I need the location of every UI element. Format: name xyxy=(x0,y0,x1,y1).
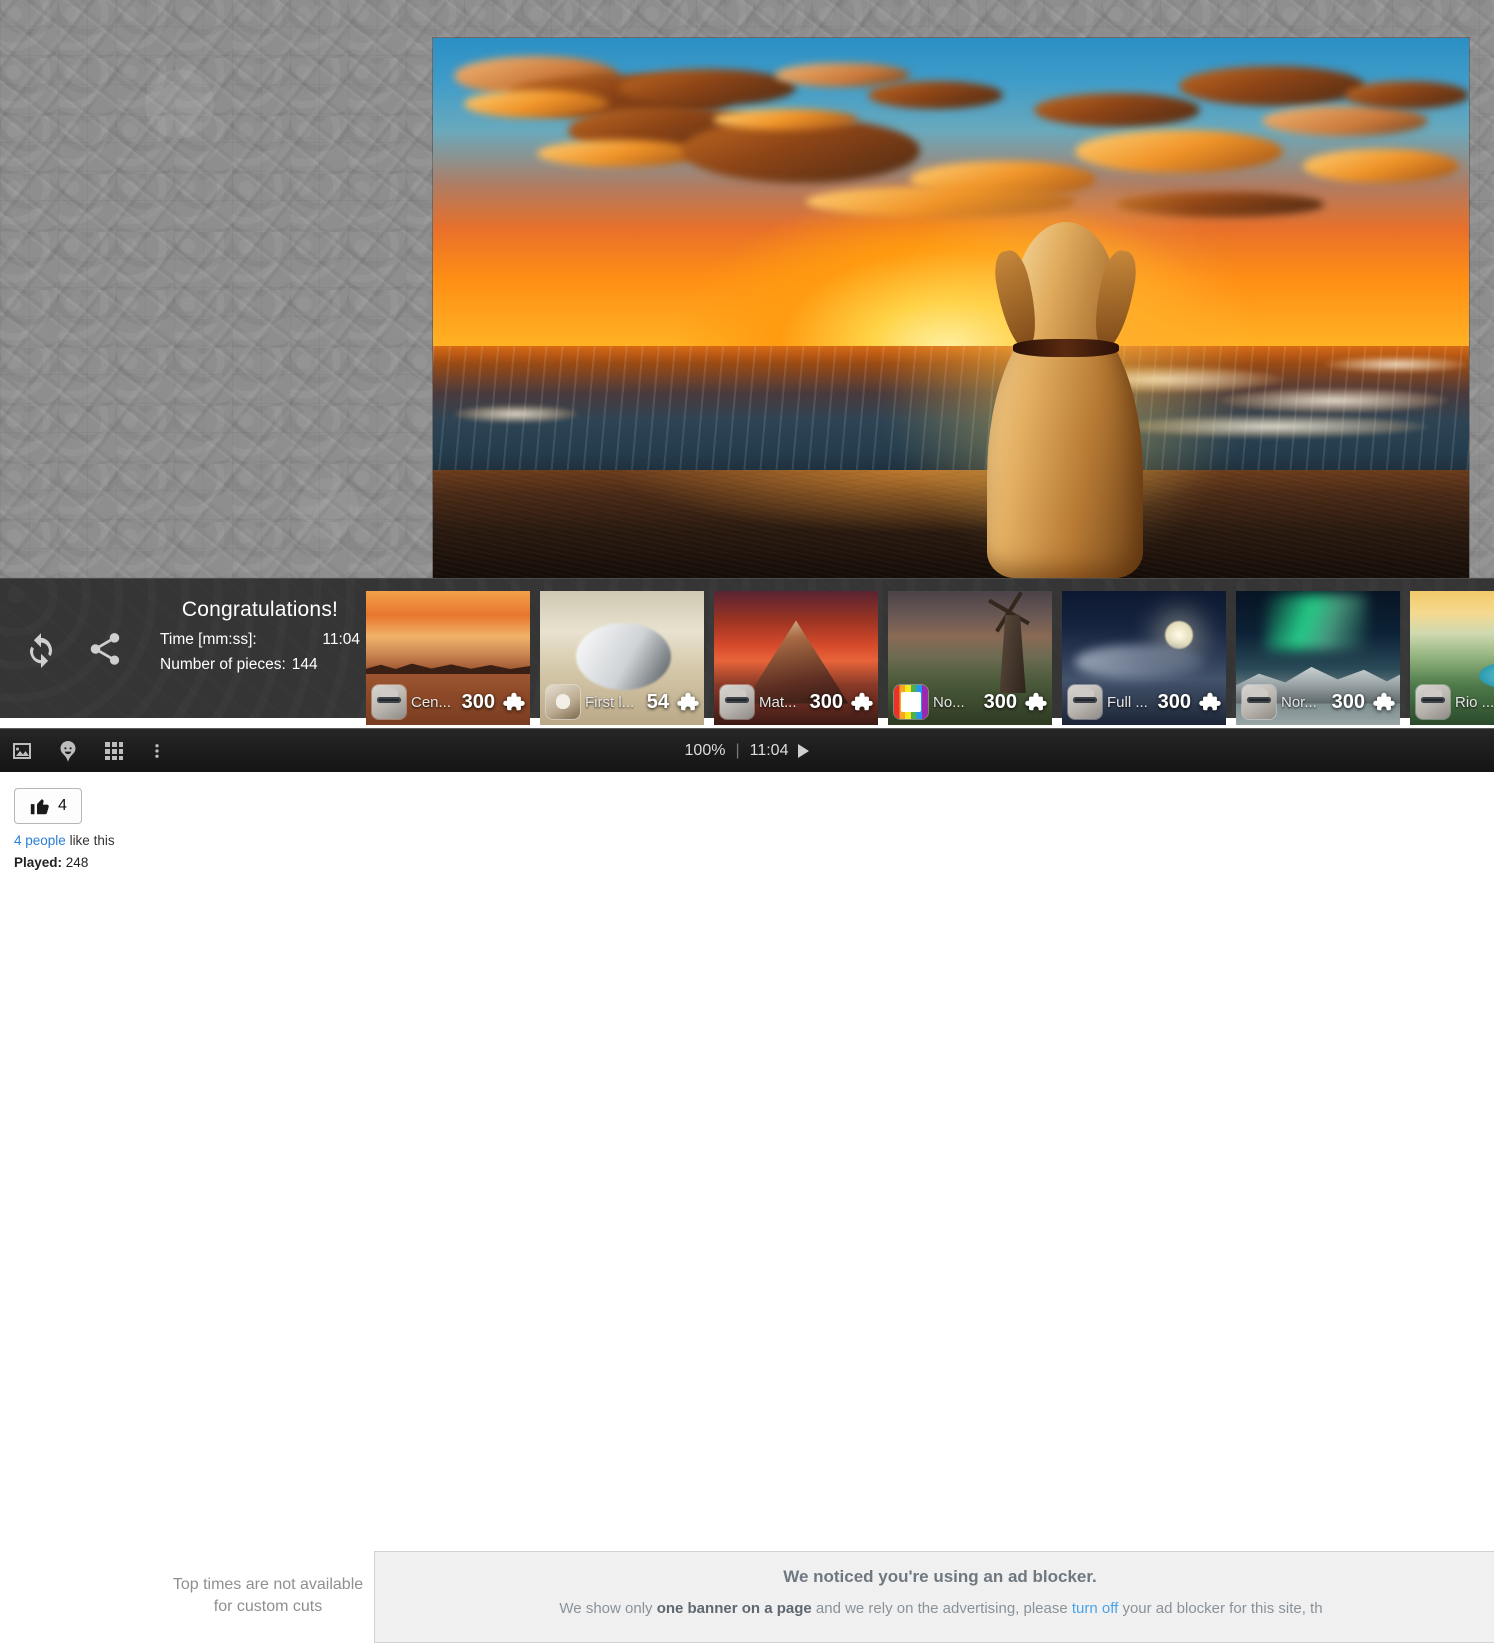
thumbnail-item[interactable]: First l... 54 xyxy=(540,591,704,725)
thumbnail-title: First l... xyxy=(585,693,635,711)
related-puzzles-strip[interactable]: Cen... 300 First l... 54 Mat... 300 No..… xyxy=(366,591,1494,725)
congratulations-text: Congratulations! Time [mm:ss]: 11:04 Num… xyxy=(160,598,360,678)
avatar xyxy=(372,685,406,719)
avatar xyxy=(1242,685,1276,719)
dog-silhouette xyxy=(869,185,1261,578)
piece-count: 300 xyxy=(1331,690,1365,713)
puzzle-piece-icon xyxy=(848,689,874,715)
toolbar-status: 100% | 11:04 xyxy=(0,729,1494,773)
thumbnail-item[interactable]: Mat... 300 xyxy=(714,591,878,725)
pieces-value: 144 xyxy=(291,655,318,673)
adblock-body: We show only one banner on a page and we… xyxy=(375,1600,1494,1617)
like-count: 4 xyxy=(58,797,67,814)
share-icon[interactable] xyxy=(86,630,124,668)
congratulations-title: Congratulations! xyxy=(181,598,339,621)
like-block: 4 4 people like this Played: 248 xyxy=(14,788,174,870)
like-subtext: 4 people like this xyxy=(14,833,174,848)
avatar xyxy=(546,685,580,719)
puzzle-piece-icon xyxy=(500,689,526,715)
thumbnail-item[interactable]: Cen... 300 xyxy=(366,591,530,725)
like-sub-rest: like this xyxy=(65,833,115,848)
avatar xyxy=(720,685,754,719)
thumbnail-item[interactable]: No... 300 xyxy=(888,591,1052,725)
result-actions xyxy=(22,630,124,668)
turn-off-link[interactable]: turn off xyxy=(1072,1600,1118,1617)
avatar xyxy=(1068,685,1102,719)
top-times-line1: Top times are not available xyxy=(172,1576,364,1593)
thumbnail-item[interactable]: Nor... 300 xyxy=(1236,591,1400,725)
piece-count: 54 xyxy=(646,690,669,713)
played-label: Played: xyxy=(14,855,63,870)
toolbar-separator: | xyxy=(735,742,740,759)
puzzle-board[interactable] xyxy=(0,0,1494,578)
adblock-notice: We noticed you're using an ad blocker. W… xyxy=(374,1551,1494,1643)
thumbnail-title: Full ... xyxy=(1107,693,1148,711)
thumbnail-title: Cen... xyxy=(411,693,452,711)
thumbnail-item[interactable]: Full ... 300 xyxy=(1062,591,1226,725)
dog-collar xyxy=(1012,339,1120,357)
refresh-icon[interactable] xyxy=(22,630,60,668)
adblock-body-bold: one banner on a page xyxy=(656,1600,812,1617)
time-value: 11:04 xyxy=(322,631,360,648)
adblock-body-part3: your ad blocker for this site, th xyxy=(1118,1600,1323,1617)
time-row: Time [mm:ss]: 11:04 xyxy=(160,628,360,653)
timer-value: 11:04 xyxy=(749,742,789,759)
people-like-link[interactable]: 4 people xyxy=(14,833,66,848)
piece-count: 300 xyxy=(1157,690,1191,713)
pieces-label: Number of pieces: xyxy=(160,655,286,673)
played-row: Played: 248 xyxy=(14,855,174,870)
footer: 4 4 people like this Played: 248 Top tim… xyxy=(0,772,1494,1643)
zoom-level[interactable]: 100% xyxy=(685,742,726,760)
thumbnail-title: Mat... xyxy=(759,693,797,711)
adblock-body-part1: We show only xyxy=(559,1600,657,1617)
thumbnail-title: No... xyxy=(933,693,965,711)
puzzle-piece-icon xyxy=(1370,689,1396,715)
adblock-title: We noticed you're using an ad blocker. xyxy=(783,1567,1097,1586)
piece-count: 300 xyxy=(983,690,1017,713)
top-times-message: Top times are not available for custom c… xyxy=(170,1574,366,1617)
completed-puzzle-image[interactable] xyxy=(433,38,1469,578)
puzzle-piece-icon xyxy=(1022,689,1048,715)
puzzle-piece-icon xyxy=(1196,689,1222,715)
played-value: 248 xyxy=(65,855,89,870)
thumbnail-item[interactable]: Rio ... xyxy=(1410,591,1494,725)
avatar xyxy=(894,685,928,719)
top-times-line2: for custom cuts xyxy=(213,1597,323,1615)
time-label: Time [mm:ss]: xyxy=(160,631,257,648)
puzzle-piece-icon xyxy=(674,689,700,715)
avatar xyxy=(1416,685,1450,719)
pieces-row: Number of pieces: 144 xyxy=(160,653,360,678)
bottom-toolbar: 100% | 11:04 xyxy=(0,728,1494,772)
adblock-body-part2: and we rely on the advertising, please xyxy=(811,1600,1072,1617)
piece-count: 300 xyxy=(809,690,843,713)
thumbnail-title: Rio ... xyxy=(1455,693,1494,711)
thumbnail-title: Nor... xyxy=(1281,693,1317,711)
like-button[interactable]: 4 xyxy=(14,788,82,824)
play-icon[interactable] xyxy=(798,744,810,758)
piece-count: 300 xyxy=(461,690,495,713)
thumbs-up-icon xyxy=(30,799,49,815)
